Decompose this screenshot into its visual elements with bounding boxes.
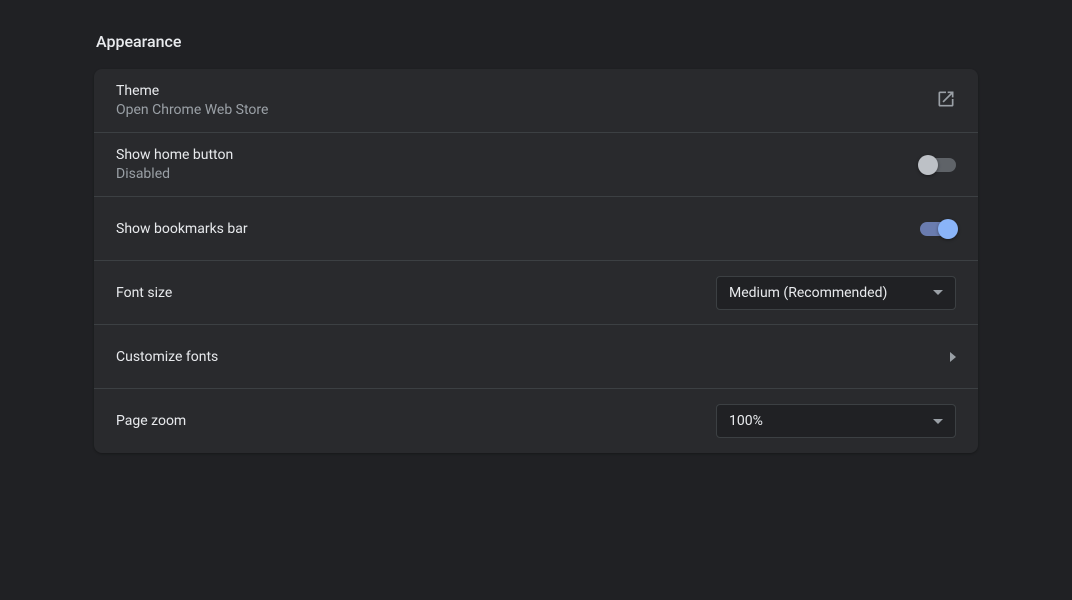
font-size-value: Medium (Recommended) [729,285,887,301]
theme-text: Theme Open Chrome Web Store [116,83,268,118]
home-button-toggle[interactable] [920,158,956,172]
home-button-text: Show home button Disabled [116,147,233,182]
chevron-down-icon [933,290,943,295]
page-zoom-text: Page zoom [116,413,186,429]
font-size-row: Font size Medium (Recommended) [94,261,978,325]
customize-fonts-text: Customize fonts [116,349,218,365]
font-size-text: Font size [116,285,172,301]
section-title: Appearance [94,32,978,51]
page-zoom-title: Page zoom [116,413,186,429]
font-size-title: Font size [116,285,172,301]
bookmarks-bar-title: Show bookmarks bar [116,221,248,237]
page-zoom-select[interactable]: 100% [716,404,956,438]
home-button-status: Disabled [116,166,233,182]
theme-subtitle: Open Chrome Web Store [116,102,268,118]
customize-fonts-title: Customize fonts [116,349,218,365]
chevron-down-icon [933,419,943,424]
customize-fonts-row[interactable]: Customize fonts [94,325,978,389]
theme-row[interactable]: Theme Open Chrome Web Store [94,69,978,133]
home-button-row: Show home button Disabled [94,133,978,197]
page-zoom-value: 100% [729,413,763,429]
font-size-select[interactable]: Medium (Recommended) [716,276,956,310]
bookmarks-bar-toggle[interactable] [920,222,956,236]
chevron-right-icon [950,352,956,362]
bookmarks-bar-text: Show bookmarks bar [116,221,248,237]
home-button-title: Show home button [116,147,233,163]
page-zoom-row: Page zoom 100% [94,389,978,453]
appearance-card: Theme Open Chrome Web Store Show home bu… [94,69,978,453]
external-link-icon [936,89,956,113]
theme-title: Theme [116,83,268,99]
bookmarks-bar-row: Show bookmarks bar [94,197,978,261]
